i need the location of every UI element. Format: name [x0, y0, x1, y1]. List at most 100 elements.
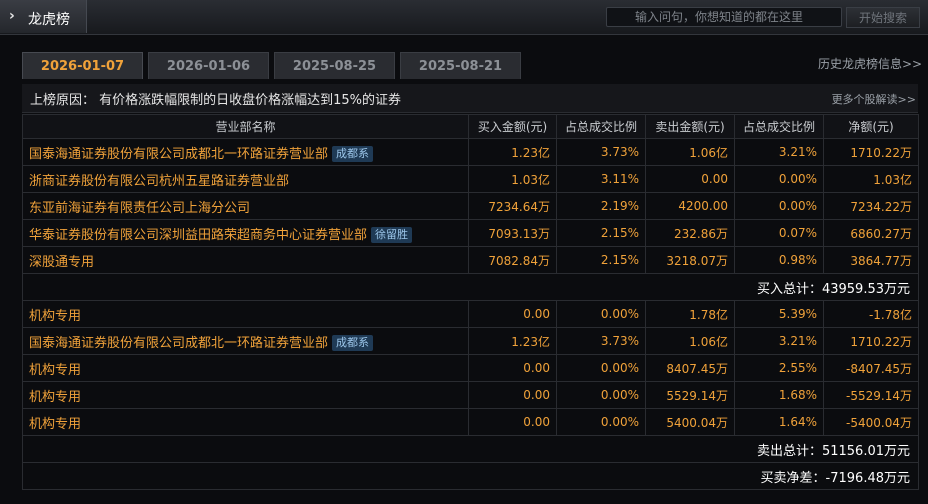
buy-table-row[interactable]: 东亚前海证券有限责任公司上海分公司 7234.64万 2.19% 4200.00 0.0…	[22, 192, 919, 220]
sell-pct-cell: 5.39%	[734, 300, 824, 328]
sell-cell: 1.78亿	[645, 300, 735, 328]
branch-name[interactable]: 东亚前海证券有限责任公司上海分公司	[29, 201, 250, 216]
col-header-buy: 买入金额(元)	[468, 114, 557, 139]
branch-name[interactable]: 国泰海通证券股份有限公司成都北一环路证券营业部	[29, 147, 328, 162]
dragon-tiger-table: 营业部名称 买入金额(元) 占总成交比例 卖出金额(元) 占总成交比例 净额(元…	[22, 114, 919, 490]
buy-cell: 0.00	[468, 354, 557, 382]
buy-pct-cell: 2.15%	[556, 219, 646, 247]
buy-table-row[interactable]: 深股通专用 7082.84万 2.15% 3218.07万 0.98% 3864.77万	[22, 246, 919, 274]
net-cell: -5529.14万	[823, 381, 919, 409]
net-cell: -5400.04万	[823, 408, 919, 436]
sell-pct-cell: 0.07%	[734, 219, 824, 247]
top-bar: › 龙虎榜 开始搜索	[0, 0, 928, 35]
buy-pct-cell: 0.00%	[556, 408, 646, 436]
branch-name-cell[interactable]: 东亚前海证券有限责任公司上海分公司	[22, 192, 469, 220]
col-header-sell-pct: 占总成交比例	[734, 114, 824, 139]
sell-cell: 4200.00	[645, 192, 735, 220]
buy-cell: 7234.64万	[468, 192, 557, 220]
tab-date-2[interactable]: 2026-01-06	[148, 52, 269, 79]
sell-table-row[interactable]: 机构专用 0.00 0.00% 8407.45万 2.55% -8407.45万	[22, 354, 919, 382]
sell-total-value: 51156.01万元	[821, 443, 910, 459]
trader-tag-badge[interactable]: 成都系	[332, 334, 374, 351]
sell-cell: 0.00	[645, 165, 735, 193]
trader-tag-badge[interactable]: 徐留胜	[371, 226, 413, 243]
net-cell: -8407.45万	[823, 354, 919, 382]
col-header-branch: 营业部名称	[22, 114, 469, 139]
trader-tag-badge[interactable]: 成都系	[332, 145, 374, 162]
net-cell: 1710.22万	[823, 138, 919, 166]
net-total-value: -7196.48万元	[825, 470, 910, 486]
sell-cell: 8407.45万	[645, 354, 735, 382]
branch-name-cell[interactable]: 国泰海通证券股份有限公司成都北一环路证券营业部 成都系	[22, 327, 469, 355]
buy-total-value: 43959.53万元	[821, 281, 910, 297]
sell-table-row[interactable]: 机构专用 0.00 0.00% 5400.04万 1.64% -5400.04万	[22, 408, 919, 436]
net-total-label: 买卖净差：	[760, 470, 826, 486]
branch-name[interactable]: 机构专用	[29, 363, 81, 378]
branch-name-cell[interactable]: 浙商证券股份有限公司杭州五星路证券营业部	[22, 165, 469, 193]
tab-date-4[interactable]: 2025-08-21	[400, 52, 521, 79]
buy-total-row: 买入总计：43959.53万元	[22, 273, 919, 301]
net-total: 买卖净差：-7196.48万元	[22, 462, 919, 490]
sell-pct-cell: 0.00%	[734, 165, 824, 193]
buy-total-label: 买入总计：	[756, 281, 822, 297]
branch-name-cell[interactable]: 国泰海通证券股份有限公司成都北一环路证券营业部 成都系	[22, 138, 469, 166]
chevron-right-icon: ›	[9, 8, 15, 24]
buy-cell: 0.00	[468, 408, 557, 436]
branch-name-cell[interactable]: 机构专用	[22, 354, 469, 382]
net-cell: -1.78亿	[823, 300, 919, 328]
col-header-buy-pct: 占总成交比例	[556, 114, 646, 139]
sell-pct-cell: 3.21%	[734, 138, 824, 166]
reason-text: 上榜原因： 有价格涨跌幅限制的日收盘价格涨幅达到15%的证券	[30, 93, 402, 108]
sell-cell: 1.06亿	[645, 327, 735, 355]
sell-total: 卖出总计：51156.01万元	[22, 435, 919, 463]
sell-pct-cell: 1.64%	[734, 408, 824, 436]
tab-date-3[interactable]: 2025-08-25	[274, 52, 395, 79]
net-cell: 1.03亿	[823, 165, 919, 193]
buy-table-row[interactable]: 国泰海通证券股份有限公司成都北一环路证券营业部 成都系 1.23亿 3.73% 1.06…	[22, 138, 919, 166]
branch-name-cell[interactable]: 深股通专用	[22, 246, 469, 274]
buy-cell: 1.23亿	[468, 138, 557, 166]
branch-name[interactable]: 机构专用	[29, 417, 81, 432]
buy-pct-cell: 2.15%	[556, 246, 646, 274]
branch-name[interactable]: 华泰证券股份有限公司深圳益田路荣超商务中心证券营业部	[29, 228, 367, 243]
col-header-sell: 卖出金额(元)	[645, 114, 735, 139]
buy-pct-cell: 0.00%	[556, 354, 646, 382]
sell-cell: 3218.07万	[645, 246, 735, 274]
title-tab[interactable]: › 龙虎榜	[0, 0, 87, 33]
buy-total: 买入总计：43959.53万元	[22, 273, 919, 301]
branch-name-cell[interactable]: 机构专用	[22, 300, 469, 328]
sell-table-row[interactable]: 机构专用 0.00 0.00% 5529.14万 1.68% -5529.14万	[22, 381, 919, 409]
tab-date-1[interactable]: 2026-01-07	[22, 52, 143, 79]
branch-name[interactable]: 机构专用	[29, 309, 81, 324]
net-total-row: 买卖净差：-7196.48万元	[22, 462, 919, 490]
buy-cell: 1.23亿	[468, 327, 557, 355]
branch-name-cell[interactable]: 机构专用	[22, 408, 469, 436]
buy-pct-cell: 3.73%	[556, 327, 646, 355]
history-link[interactable]: 历史龙虎榜信息>>	[818, 55, 922, 72]
more-analysis-link[interactable]: 更多个股解读>>	[832, 91, 916, 107]
search-button[interactable]: 开始搜索	[846, 7, 920, 28]
buy-pct-cell: 3.11%	[556, 165, 646, 193]
buy-table-row[interactable]: 浙商证券股份有限公司杭州五星路证券营业部 1.03亿 3.11% 0.00 0.00% 1…	[22, 165, 919, 193]
buy-pct-cell: 2.19%	[556, 192, 646, 220]
buy-pct-cell: 0.00%	[556, 381, 646, 409]
sell-total-row: 卖出总计：51156.01万元	[22, 435, 919, 463]
sell-pct-cell: 2.55%	[734, 354, 824, 382]
sell-table-row[interactable]: 国泰海通证券股份有限公司成都北一环路证券营业部 成都系 1.23亿 3.73% 1.06…	[22, 327, 919, 355]
sell-table-row[interactable]: 机构专用 0.00 0.00% 1.78亿 5.39% -1.78亿	[22, 300, 919, 328]
net-cell: 3864.77万	[823, 246, 919, 274]
search-input[interactable]	[606, 7, 842, 27]
sell-total-label: 卖出总计：	[756, 443, 822, 459]
buy-cell: 0.00	[468, 300, 557, 328]
buy-table-row[interactable]: 华泰证券股份有限公司深圳益田路荣超商务中心证券营业部 徐留胜 7093.13万 2.1…	[22, 219, 919, 247]
branch-name[interactable]: 浙商证券股份有限公司杭州五星路证券营业部	[29, 174, 289, 189]
buy-cell: 7093.13万	[468, 219, 557, 247]
branch-name-cell[interactable]: 华泰证券股份有限公司深圳益田路荣超商务中心证券营业部 徐留胜	[22, 219, 469, 247]
branch-name[interactable]: 国泰海通证券股份有限公司成都北一环路证券营业部	[29, 336, 328, 351]
buy-cell: 0.00	[468, 381, 557, 409]
branch-name-cell[interactable]: 机构专用	[22, 381, 469, 409]
branch-name[interactable]: 深股通专用	[29, 255, 94, 270]
branch-name[interactable]: 机构专用	[29, 390, 81, 405]
sell-pct-cell: 0.98%	[734, 246, 824, 274]
buy-pct-cell: 0.00%	[556, 300, 646, 328]
